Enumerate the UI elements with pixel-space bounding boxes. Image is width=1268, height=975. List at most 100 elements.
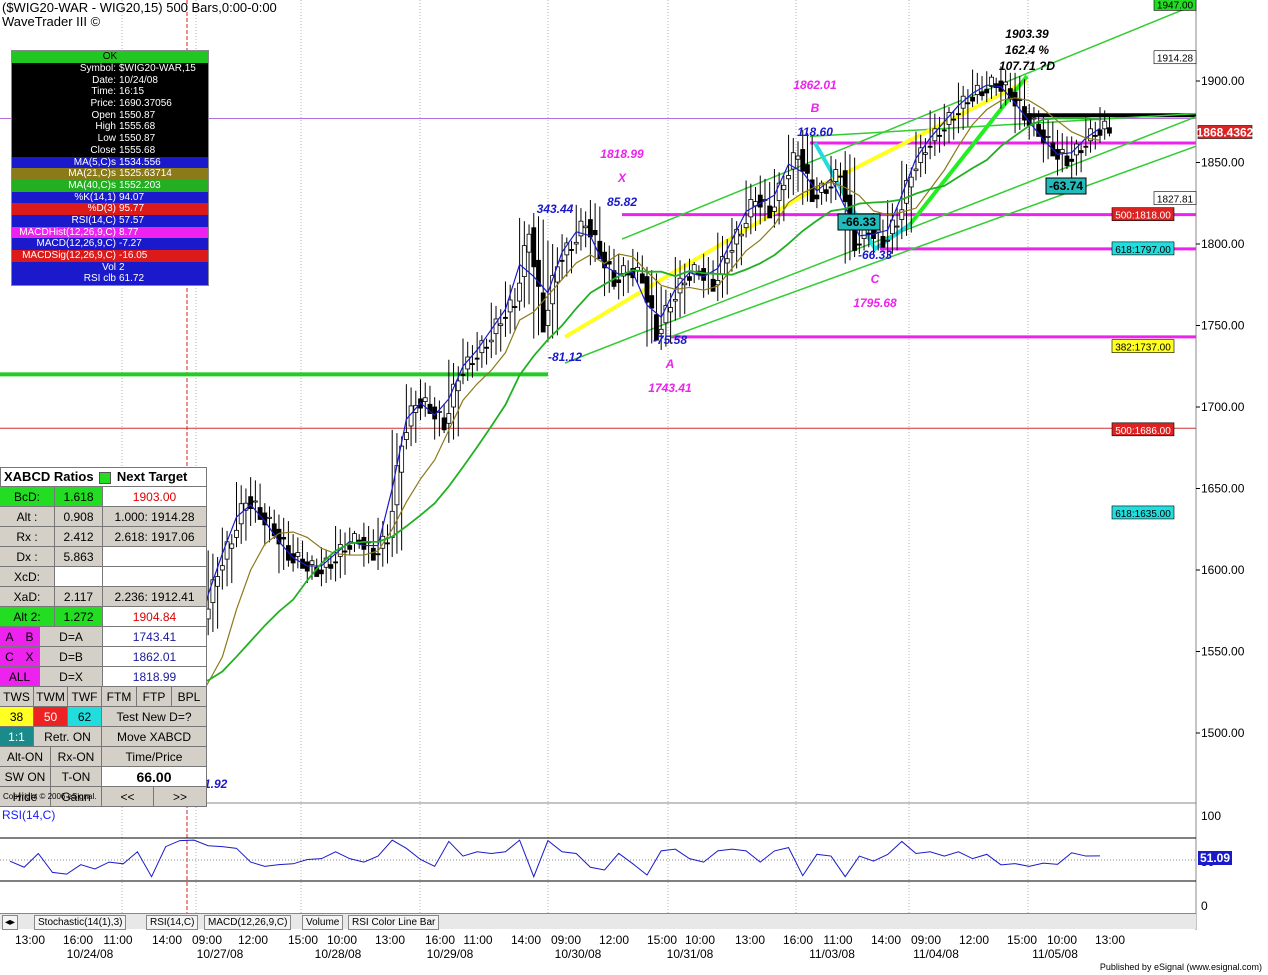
xabcd-cell[interactable]: TWF — [68, 687, 102, 706]
xabcd-cell[interactable] — [103, 547, 207, 566]
price-label: 500:1818.00 — [1115, 211, 1171, 222]
candle-body — [644, 276, 650, 303]
xabcd-cell[interactable]: TWS — [0, 687, 34, 706]
time-label: 12:00 — [599, 933, 629, 947]
candle-body — [215, 576, 221, 587]
xabcd-cell[interactable]: TWM — [34, 687, 68, 706]
xabcd-cell[interactable]: << — [102, 787, 154, 806]
candle-body — [738, 233, 744, 237]
xabcd-cell[interactable]: 1.618 — [55, 487, 103, 506]
time-label: 14:00 — [152, 933, 182, 947]
candle-body — [984, 88, 990, 94]
xabcd-cell[interactable]: X — [20, 647, 40, 666]
study-tab[interactable]: Stochastic(14(1),3) — [34, 915, 127, 930]
xabcd-cell[interactable]: B — [20, 627, 40, 646]
candle-body — [234, 529, 239, 538]
xabcd-cell[interactable]: Dx : — [0, 547, 55, 566]
info-row: MACD(12,26,9,C) -7.27 — [12, 238, 208, 250]
xabcd-cell[interactable]: 1.000: 1914.28 — [103, 507, 207, 526]
info-key: Low — [97, 133, 116, 145]
xabcd-cell[interactable]: ALL — [0, 667, 40, 686]
candle-body — [531, 227, 537, 268]
target-checkbox[interactable] — [99, 471, 112, 484]
pattern-annotation: X — [617, 171, 627, 185]
xabcd-cell[interactable]: Retr. ON — [34, 727, 102, 746]
candle-body — [894, 225, 900, 228]
date-label: 11/03/08 — [809, 947, 855, 961]
xabcd-cell[interactable] — [55, 567, 103, 586]
candle-body — [370, 547, 376, 561]
study-tab[interactable]: MACD(12,26,9,C) — [204, 915, 292, 930]
xabcd-cell[interactable]: T-ON — [51, 767, 102, 786]
xabcd-cell[interactable]: 1743.41 — [103, 627, 207, 646]
xabcd-cell[interactable]: 1.272 — [55, 607, 103, 626]
xabcd-cell[interactable]: Alt : — [0, 507, 55, 526]
xabcd-cell[interactable]: 38 — [0, 707, 34, 726]
candle-body — [724, 258, 730, 264]
xabcd-cell[interactable]: 66.00 — [102, 767, 207, 786]
xabcd-cell[interactable]: Rx : — [0, 527, 55, 546]
info-row: Vol 2 — [12, 261, 208, 274]
xabcd-cell[interactable]: D=A — [40, 627, 103, 646]
candle-body — [352, 533, 357, 544]
xabcd-cell[interactable]: >> — [154, 787, 207, 806]
xabcd-cell[interactable]: Rx-ON — [51, 747, 102, 766]
xabcd-cell[interactable]: 1862.01 — [103, 647, 207, 666]
xabcd-cell[interactable]: 62 — [68, 707, 102, 726]
candle-body — [507, 299, 513, 313]
study-tab[interactable]: RSI(14,C) — [146, 915, 199, 930]
info-key: Close — [90, 144, 116, 156]
xabcd-cell[interactable]: XaD: — [0, 587, 55, 606]
xabcd-cell[interactable]: SW ON — [0, 767, 51, 786]
xabcd-cell[interactable]: Time/Price — [102, 747, 207, 766]
xabcd-cell[interactable]: 2.412 — [55, 527, 103, 546]
candle-body — [1045, 136, 1051, 138]
chart-subheader: WaveTrader III © — [2, 14, 101, 29]
xabcd-cell[interactable] — [103, 567, 207, 586]
xabcd-cell[interactable]: Move XABCD — [102, 727, 207, 746]
xabcd-cell[interactable]: XcD: — [0, 567, 55, 586]
tab-left-arrow[interactable]: ◂▸ — [2, 915, 19, 930]
info-value: 1550.87 — [119, 133, 156, 145]
xabcd-cell[interactable]: 2.117 — [55, 587, 103, 606]
xabcd-cell[interactable]: C — [0, 647, 20, 666]
time-label: 13:00 — [1095, 933, 1125, 947]
xabcd-cell[interactable]: 1:1 — [0, 727, 34, 746]
xabcd-cell[interactable]: BPL — [172, 687, 207, 706]
xabcd-cell[interactable]: 2.236: 1912.41 — [103, 587, 207, 606]
xabcd-cell[interactable]: 2.618: 1917.06 — [103, 527, 207, 546]
xabcd-cell[interactable]: 1903.00 — [103, 487, 207, 506]
ok-button[interactable]: OK — [12, 51, 208, 63]
info-value: 8.77 — [119, 226, 139, 238]
xabcd-cell[interactable]: 0.908 — [55, 507, 103, 526]
xabcd-cell[interactable]: BcD: — [0, 487, 55, 506]
candle-body — [229, 543, 235, 549]
xabcd-cell[interactable]: 1904.84 — [103, 607, 207, 626]
xabcd-cell[interactable]: FTP — [137, 687, 172, 706]
xabcd-cell[interactable]: 50 — [34, 707, 68, 726]
xabcd-cell[interactable]: FTM — [102, 687, 137, 706]
xabcd-cell[interactable]: 5.863 — [55, 547, 103, 566]
date-label: 10/28/08 — [315, 947, 362, 961]
study-tab[interactable]: RSI Color Line Bar — [348, 915, 440, 930]
pattern-annotation: -75.58 — [653, 333, 687, 347]
study-tabs: ◂▸ Stochastic(14(1),3) RSI(14,C) MACD(12,2… — [0, 913, 1196, 930]
xabcd-cell[interactable]: Test New D=? — [102, 707, 207, 726]
xabcd-cell[interactable]: A — [0, 627, 20, 646]
xabcd-cell[interactable]: Alt 2: — [0, 607, 55, 626]
candle-body — [1031, 117, 1037, 120]
published-by: Published by eSignal (www.esignal.com) — [1099, 962, 1262, 972]
xabcd-cell[interactable]: Alt-ON — [0, 747, 51, 766]
info-box: OK Symbol: $WIG20-WAR,15 Date: 10/24/08 Time… — [11, 50, 209, 287]
pattern-annotation: 162.4 % — [1005, 43, 1049, 57]
xabcd-cell[interactable]: D=X — [40, 667, 103, 686]
xabcd-cell[interactable]: 1818.99 — [103, 667, 207, 686]
copyright: Copyright © 2006 eSignal. — [3, 792, 97, 801]
candle-body — [526, 233, 532, 253]
xabcd-row: 38 50 62 Test New D=? — [0, 707, 207, 727]
study-tab[interactable]: Volume — [302, 915, 344, 930]
xabcd-cell[interactable]: D=B — [40, 647, 103, 666]
candle-body — [252, 500, 258, 503]
time-label: 13:00 — [375, 933, 405, 947]
y-tick-label: 1500.00 — [1201, 726, 1245, 740]
